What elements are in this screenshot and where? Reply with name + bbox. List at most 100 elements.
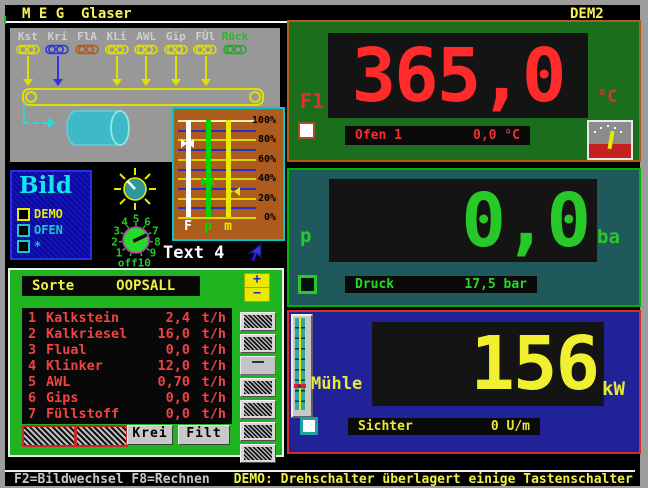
level-track-m [226, 120, 231, 217]
material-nr: 6 [28, 390, 46, 406]
belt-pulley-left [25, 91, 37, 103]
feeder-label: FlA [72, 31, 102, 43]
krei-button[interactable]: Krei [127, 425, 173, 445]
material-rate: 12,0 [142, 358, 190, 374]
bild-title: Bild [19, 172, 72, 199]
material-name: AWL [46, 374, 142, 390]
masked-button-1[interactable] [22, 425, 76, 447]
sorte-panel: Sorte OOPSALL + − 1 Kalkstein 2,4 t/h 2 … [8, 268, 284, 457]
feeder-label: FÜl [191, 31, 221, 43]
material-nr: 7 [28, 406, 46, 422]
y-tick-label: 0% [248, 212, 276, 223]
level-marker-p[interactable] [201, 177, 215, 187]
checkbox-icon[interactable] [17, 224, 30, 237]
level-track-F [186, 120, 191, 217]
sorte-header: Sorte OOPSALL [22, 276, 200, 296]
y-tick-label: 20% [248, 193, 276, 204]
row-key-button[interactable] [240, 444, 276, 463]
feeder-symbol: KLi [102, 31, 132, 87]
material-unit: t/h [190, 374, 226, 390]
level-chart-panel: 100%80%60%40%20%0%Fpm [172, 107, 285, 241]
feeder-row: Kst Kri [13, 31, 250, 87]
muehle-power-display: 156 [372, 322, 604, 406]
category-label: m [222, 219, 234, 234]
mouse-cursor-icon [238, 241, 264, 267]
muehle-level-slider[interactable] [291, 314, 313, 418]
material-name: Klinker [46, 358, 142, 374]
knob-position-label: 4 [121, 215, 128, 228]
druck-status-value: 17,5 bar [464, 277, 527, 292]
ofen-temperature-display: 365,0 [328, 33, 588, 118]
bild-option-label: OFEN [34, 223, 63, 237]
y-tick-label: 100% [248, 115, 276, 126]
feeder-label: AWL [131, 31, 161, 43]
level-marker-m[interactable] [227, 187, 241, 197]
filt-button[interactable]: Filt [178, 425, 230, 445]
material-row: 2 Kalkriesel 16,0 t/h [22, 326, 232, 342]
dash-icon [252, 361, 264, 363]
checkbox-icon[interactable] [17, 240, 30, 253]
roller-feeder-icon [164, 44, 188, 55]
roller-feeder-icon [223, 44, 247, 55]
row-key-button[interactable] [240, 334, 276, 353]
druck-checkbox[interactable] [298, 275, 317, 294]
mill-drum-icon [62, 108, 138, 150]
bild-option-label: DEMO [34, 207, 63, 221]
level-track-p [206, 120, 211, 217]
sichter-status-label: Sichter [358, 419, 413, 434]
material-name: Kalkriesel [46, 326, 142, 342]
masked-button-2[interactable] [75, 425, 128, 447]
bild-option[interactable]: DEMO [17, 206, 63, 222]
sorte-bottom-buttons: KreiFilt [22, 425, 272, 443]
material-nr: 5 [28, 374, 46, 390]
level-marker-F[interactable] [181, 139, 195, 149]
app-title: M E G Glaser [22, 6, 132, 22]
material-list: 1 Kalkstein 2,4 t/h 2 Kalkriesel 16,0 t/… [22, 308, 232, 424]
checkbox-icon[interactable] [17, 208, 30, 221]
feed-rate-knob[interactable]: off12345678910 [100, 202, 172, 274]
belt-pulley-right [249, 91, 261, 103]
muehle-checkbox[interactable] [300, 417, 318, 435]
hatch-pattern [244, 337, 272, 350]
material-rate: 2,4 [142, 310, 190, 326]
ofen-checkbox[interactable] [298, 122, 315, 139]
bild-option[interactable]: * [17, 238, 63, 254]
feeder-symbol: AWL [131, 31, 161, 87]
feeder-label: Kst [13, 31, 43, 43]
material-nr: 4 [28, 358, 46, 374]
text4-label: Text 4 [163, 243, 224, 263]
roller-feeder-icon [193, 44, 217, 55]
row-key-button[interactable] [240, 312, 276, 331]
demo-note: DEMO: Drehschalter überlagert einige Tas… [234, 472, 633, 487]
material-rate: 16,0 [142, 326, 190, 342]
minus-button[interactable]: − [244, 287, 270, 302]
slider-marker[interactable] [294, 384, 306, 388]
druck-status-label: Druck [355, 277, 394, 292]
material-rate: 0,0 [142, 342, 190, 358]
analog-meter-icon[interactable] [587, 120, 633, 160]
hatch-pattern [244, 403, 272, 416]
material-name: Gips [46, 390, 142, 406]
knob-position-label: 2 [111, 236, 118, 249]
material-row: 4 Klinker 12,0 t/h [22, 358, 232, 374]
bild-option[interactable]: OFEN [17, 222, 63, 238]
flow-arrow-icon [48, 118, 56, 128]
roller-feeder-icon [105, 44, 129, 55]
feeder-label: Kri [43, 31, 73, 43]
material-row: 1 Kalkstein 2,4 t/h [22, 310, 232, 326]
druck-tag-label: p [300, 225, 311, 247]
feeder-symbol: Rück [220, 31, 250, 87]
hatch-pattern [244, 381, 272, 394]
roller-feeder-icon [75, 44, 99, 55]
category-label: p [202, 219, 214, 234]
ofen-status-label: Ofen 1 [355, 128, 402, 143]
material-name: Kalkstein [46, 310, 142, 326]
hatch-pattern [244, 447, 272, 460]
material-name: Füllstoff [46, 406, 142, 422]
conveyor-belt [22, 88, 264, 106]
row-key-button[interactable] [240, 400, 276, 419]
material-row: 5 AWL 0,70 t/h [22, 374, 232, 390]
ofen-tag-label: F1 [300, 89, 324, 113]
row-key-button[interactable] [240, 356, 276, 375]
row-key-button[interactable] [240, 378, 276, 397]
